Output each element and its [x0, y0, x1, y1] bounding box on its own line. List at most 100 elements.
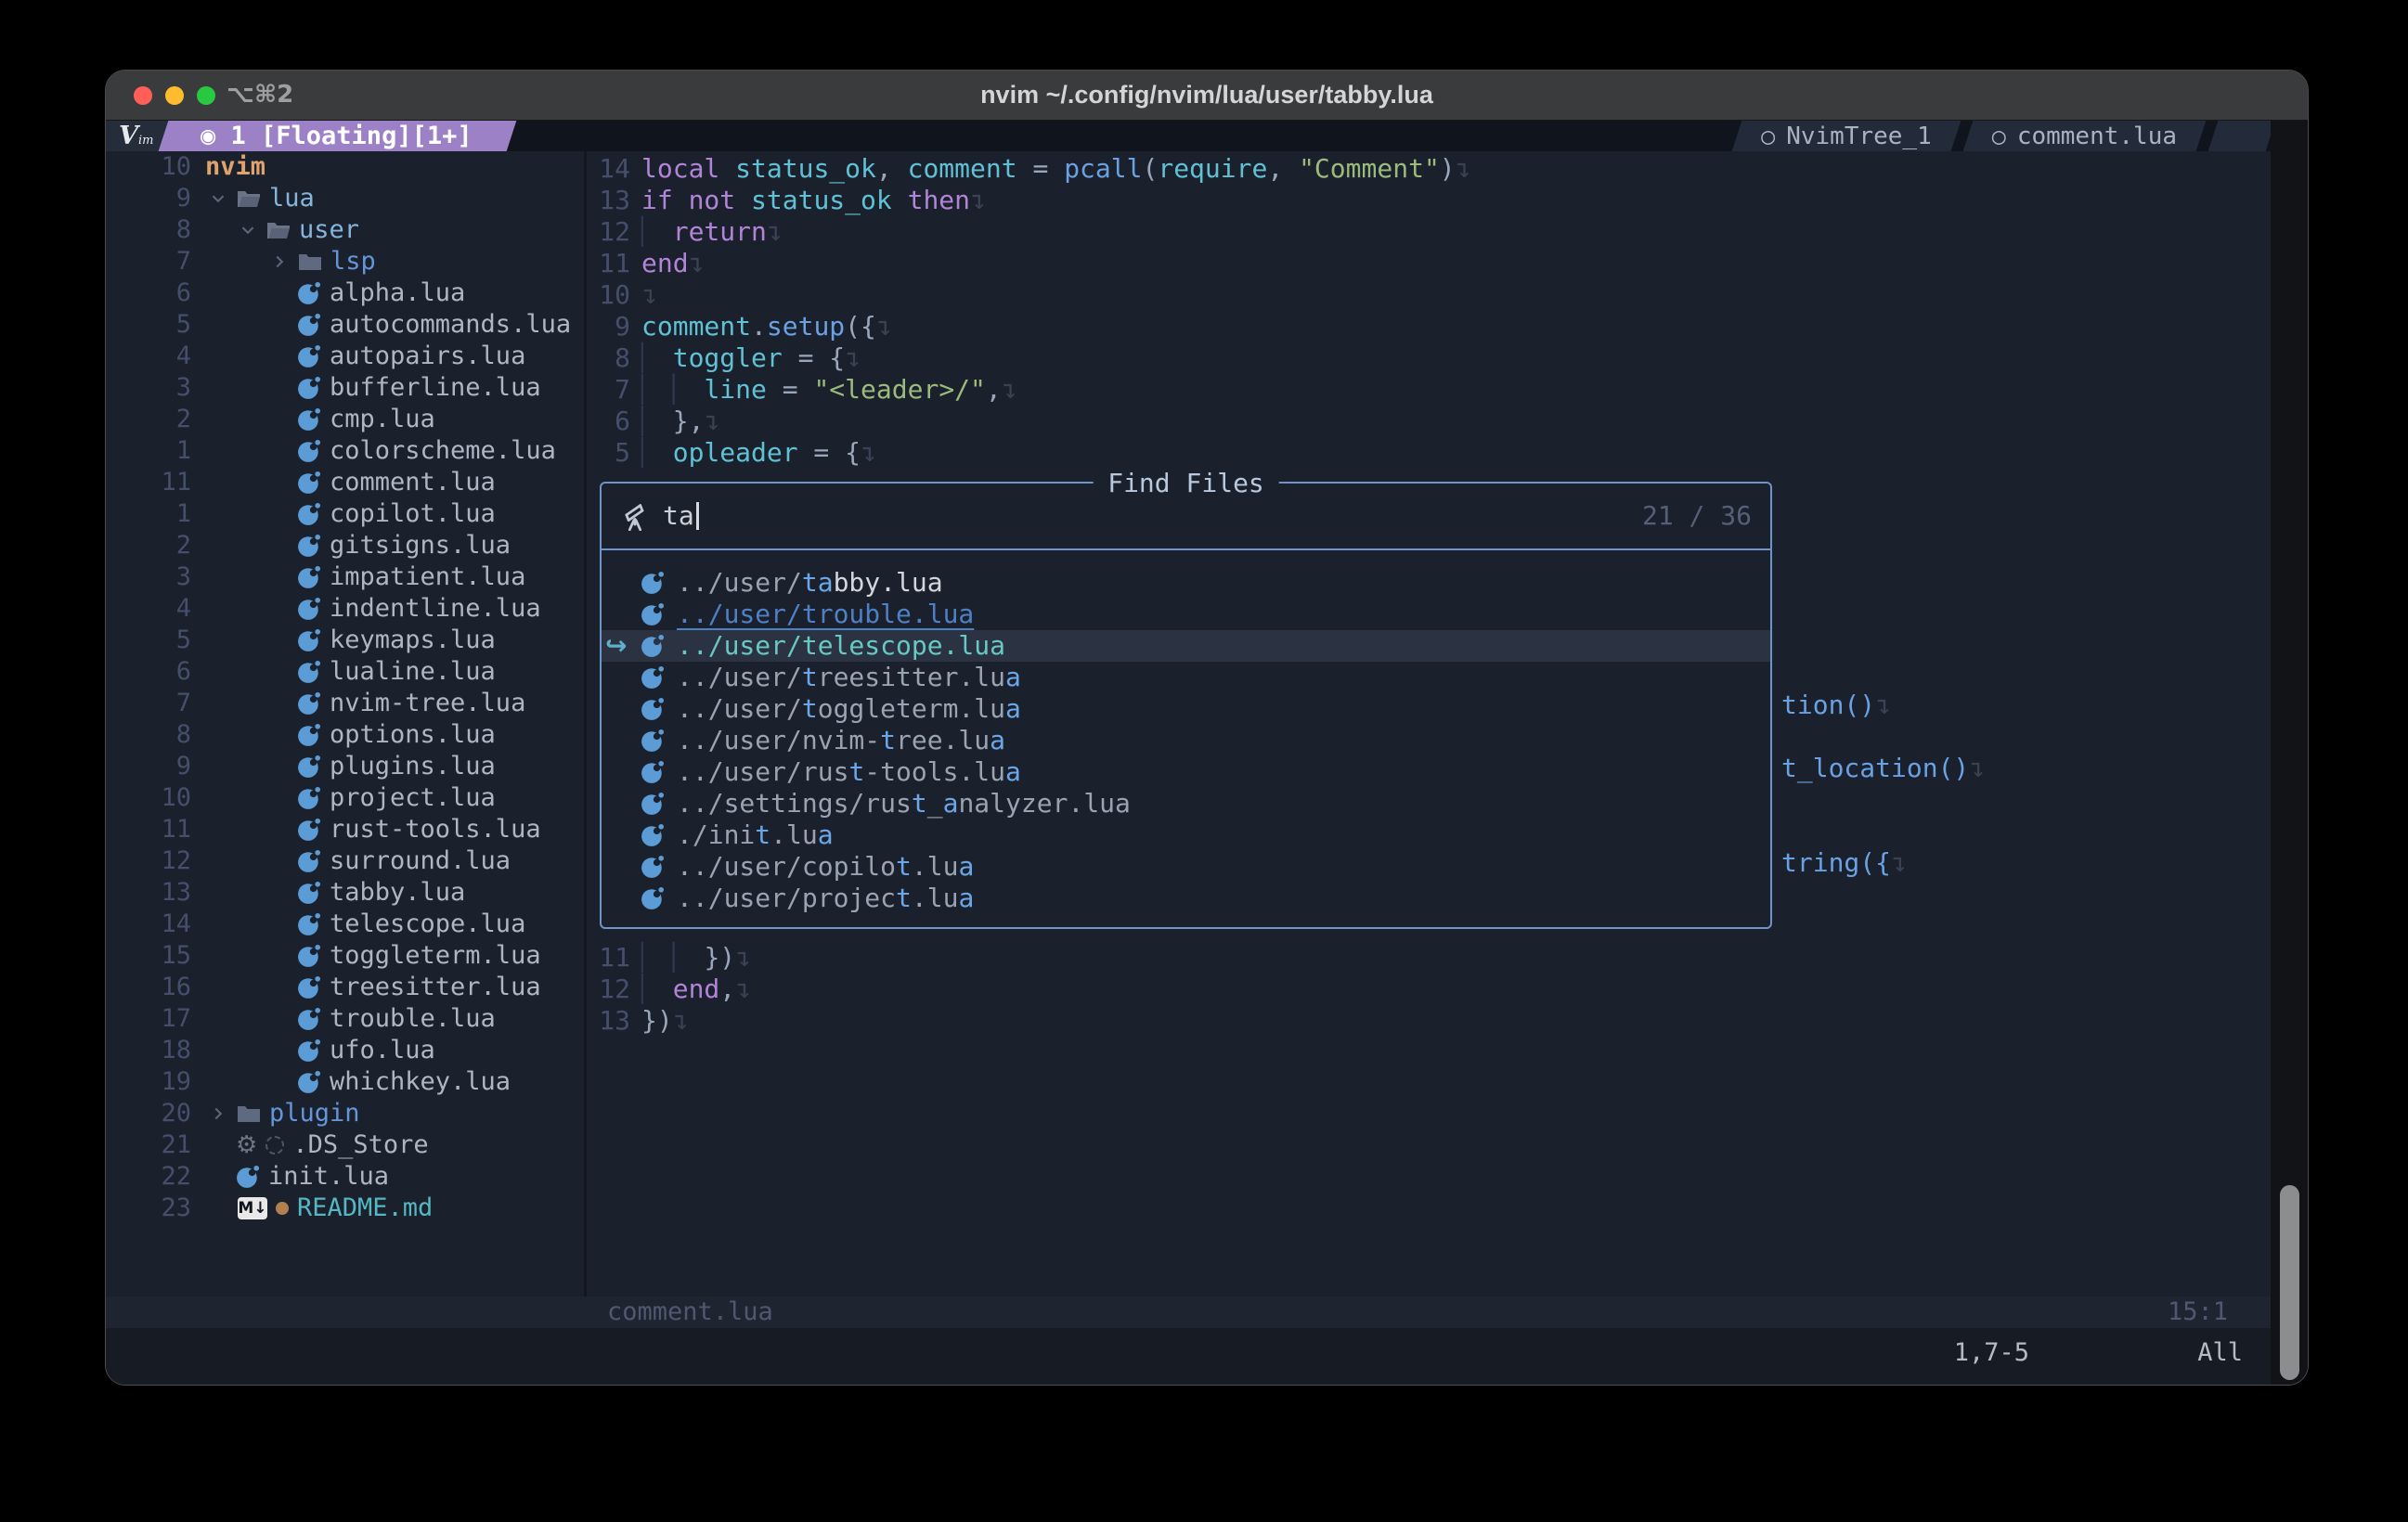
eol-marker: ↴	[1891, 847, 1907, 878]
lua-file-icon	[641, 855, 665, 879]
editor-line[interactable]: 8▏ toggler = {↴	[586, 342, 861, 374]
tree-row-autopairs.lua[interactable]: 4autopairs.lua	[106, 341, 584, 372]
lua-file-icon	[297, 660, 321, 684]
tree-row-options.lua[interactable]: 8options.lua	[106, 719, 584, 751]
tree-row-lua[interactable]: 9lua	[106, 183, 584, 214]
tree-label: comment.lua	[330, 467, 496, 498]
eol-marker: ↴	[689, 248, 705, 278]
ruler-scroll-indicator: All	[2197, 1337, 2243, 1369]
editor-line[interactable]: 11end↴	[586, 248, 704, 279]
tree-row-surround.lua[interactable]: 12surround.lua	[106, 845, 584, 877]
tree-row-copilot.lua[interactable]: 1copilot.lua	[106, 498, 584, 530]
tree-row-cmp.lua[interactable]: 2cmp.lua	[106, 404, 584, 435]
find-files-popup: Find Files ta 21 / 36 ../user/tabby.lua.…	[600, 482, 1772, 929]
editor-line[interactable]: 6▏ },↴	[586, 406, 719, 437]
tree-row-init.lua[interactable]: 22init.lua	[106, 1161, 584, 1193]
result-row[interactable]: ../settings/rust_analyzer.lua	[602, 788, 1770, 819]
editor-line[interactable]: 9comment.setup({↴	[586, 311, 892, 342]
result-row[interactable]: ../user/project.lua	[602, 883, 1770, 914]
lua-file-icon	[297, 786, 321, 810]
tree-row-user[interactable]: 8user	[106, 214, 584, 246]
tree-row-keymaps.lua[interactable]: 5keymaps.lua	[106, 625, 584, 656]
lua-file-icon	[297, 723, 321, 747]
tree-row-ufo.lua[interactable]: 18ufo.lua	[106, 1035, 584, 1066]
tree-row-indentline.lua[interactable]: 4indentline.lua	[106, 593, 584, 625]
line-number: 7	[106, 246, 191, 277]
line-number: 10	[106, 151, 191, 183]
editor-line[interactable]: 13if not status_ok then↴	[586, 185, 986, 216]
tree-row-telescope.lua[interactable]: 14telescope.lua	[106, 909, 584, 940]
tree-row-impatient.lua[interactable]: 3impatient.lua	[106, 561, 584, 593]
result-row[interactable]: ../user/tabby.lua	[602, 567, 1770, 599]
command-line: 1,7-5 All	[106, 1328, 2271, 1385]
tab-nvimtree[interactable]: ○ NvimTree_1	[1737, 121, 1956, 151]
tree-row-lsp[interactable]: 7lsp	[106, 246, 584, 277]
tree-row-colorscheme.lua[interactable]: 1colorscheme.lua	[106, 435, 584, 467]
tree-row-tabby.lua[interactable]: 13tabby.lua	[106, 877, 584, 909]
eol-marker: ↴	[1002, 374, 1017, 405]
scrollbar-track	[2271, 121, 2308, 1385]
tab-active-floating[interactable]: ◉ 1 [Floating][1+]	[163, 121, 511, 151]
gear-icon: ⚙	[236, 1129, 257, 1161]
editor-line[interactable]: 12▏ return↴	[586, 216, 783, 248]
lua-file-icon	[641, 886, 665, 910]
editor-line[interactable]: 12▏ end,↴	[586, 974, 751, 1005]
tree-row-nvim-tree.lua[interactable]: 7 nvim-tree.lua	[106, 688, 584, 719]
lua-file-icon	[297, 376, 321, 400]
tree-row-whichkey.lua[interactable]: 19whichkey.lua	[106, 1066, 584, 1098]
tree-row-gitsigns.lua[interactable]: 2gitsigns.lua	[106, 530, 584, 561]
tree-row-project.lua[interactable]: 10project.lua	[106, 782, 584, 814]
tab-active-label: ◉ 1 [Floating][1+]	[201, 121, 473, 151]
occluded-code-fragment: t_location()↴	[1781, 753, 1985, 784]
line-number: 14	[106, 909, 191, 940]
editor-line[interactable]: 7▏ ▏ line = "<leader>/",↴	[586, 374, 1017, 406]
tree-row-trouble.lua[interactable]: 17trouble.lua	[106, 1003, 584, 1035]
occluded-code-fragment: tion()↴	[1781, 690, 1891, 721]
lua-file-icon	[641, 571, 665, 595]
line-number: 8	[586, 342, 630, 374]
tree-row-alpha.lua[interactable]: 6alpha.lua	[106, 277, 584, 309]
result-row[interactable]: ↪../user/telescope.lua	[602, 630, 1770, 662]
tree-row-nvim[interactable]: 10nvim	[106, 151, 584, 183]
result-row[interactable]: ../user/trouble.lua	[602, 599, 1770, 630]
folder-open-icon	[266, 219, 291, 241]
editor-line[interactable]: 11▏ ▏ })↴	[586, 942, 751, 974]
editor-line[interactable]: 13})↴	[586, 1005, 689, 1037]
result-row[interactable]: ../user/treesitter.lua	[602, 662, 1770, 693]
result-row[interactable]: ../user/rust-tools.lua	[602, 756, 1770, 788]
lua-file-icon	[297, 471, 321, 495]
folder-closed-icon	[237, 1103, 261, 1125]
tab-comment-lua[interactable]: ○ comment.lua	[1968, 121, 2201, 151]
tree-row-autocommands.lua[interactable]: 5autocommands.lua	[106, 309, 584, 341]
tree-label: whichkey.lua	[330, 1066, 511, 1098]
tree-label: bufferline.lua	[330, 372, 541, 404]
eol-marker: ↴	[641, 279, 657, 310]
tree-row-bufferline.lua[interactable]: 3bufferline.lua	[106, 372, 584, 404]
lua-file-icon	[297, 755, 321, 779]
tree-row-README.md[interactable]: 23M↓README.md	[106, 1193, 584, 1224]
result-counter: 21 / 36	[1642, 500, 1752, 532]
tree-row-plugin[interactable]: 20plugin	[106, 1098, 584, 1129]
editor-line[interactable]: 5▏ opleader = {↴	[586, 437, 876, 469]
tree-row-toggleterm.lua[interactable]: 15toggleterm.lua	[106, 940, 584, 972]
line-number: 7	[106, 688, 191, 719]
line-number: 4	[106, 341, 191, 372]
tree-row-treesitter.lua[interactable]: 16treesitter.lua	[106, 972, 584, 1003]
result-row[interactable]: ./init.lua	[602, 819, 1770, 851]
tree-row-comment.lua[interactable]: 11comment.lua	[106, 467, 584, 498]
result-row[interactable]: ../user/nvim-tree.lua	[602, 725, 1770, 756]
tree-row-rust-tools.lua[interactable]: 11rust-tools.lua	[106, 814, 584, 845]
tree-row-lualine.lua[interactable]: 6lualine.lua	[106, 656, 584, 688]
buffer-list-button[interactable]	[2213, 121, 2271, 151]
lua-file-icon	[297, 975, 321, 1000]
tree-row-plugins.lua[interactable]: 9plugins.lua	[106, 751, 584, 782]
scrollbar-thumb[interactable]	[2280, 1185, 2299, 1380]
editor-line[interactable]: 10↴	[586, 279, 657, 311]
tree-label: nvim-tree.lua	[330, 688, 525, 719]
ruler-cursor-position: 1,7-5	[1954, 1337, 2029, 1369]
tree-row-.DS_Store[interactable]: 21⚙.DS_Store	[106, 1129, 584, 1161]
editor-line[interactable]: 14local status_ok, comment = pcall(requi…	[586, 153, 1471, 185]
result-row[interactable]: ../user/copilot.lua	[602, 851, 1770, 883]
result-row[interactable]: ../user/toggleterm.lua	[602, 693, 1770, 725]
line-number: 12	[586, 216, 630, 248]
